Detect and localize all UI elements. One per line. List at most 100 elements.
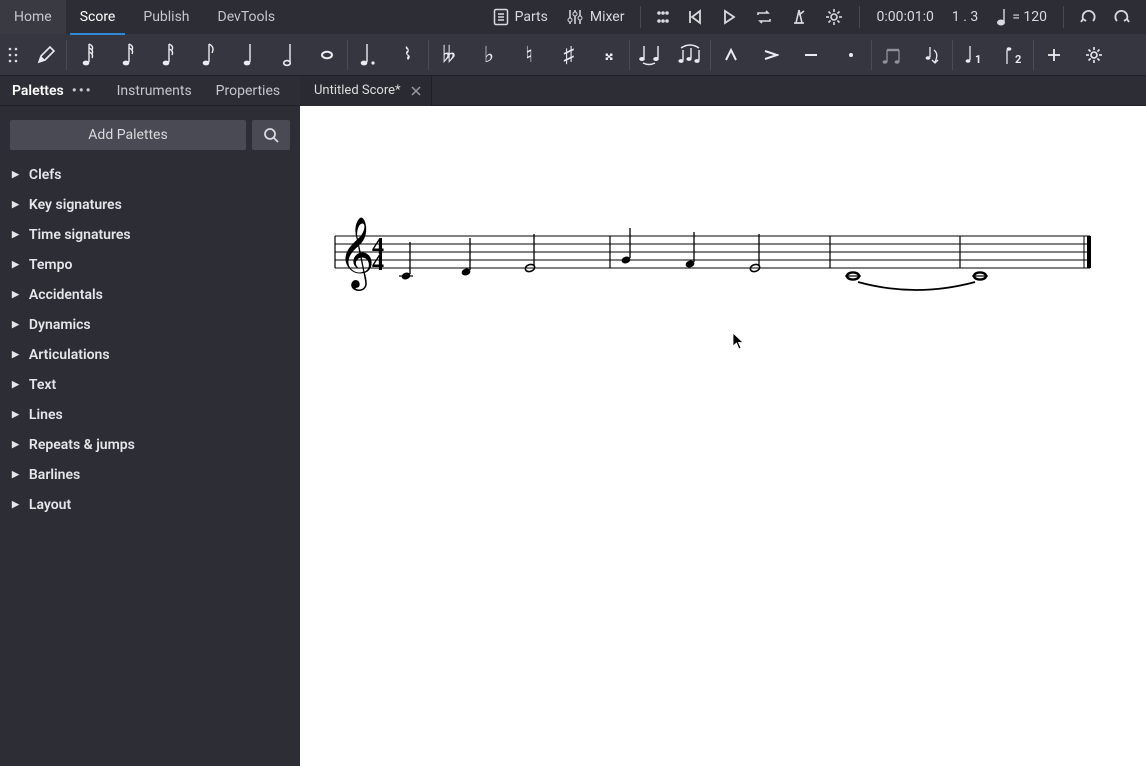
tenuto-button[interactable] (791, 34, 831, 76)
note-8th-button[interactable] (187, 34, 227, 76)
document-tabs: Untitled Score* (300, 76, 1146, 106)
palette-item-layout[interactable]: ▶ Layout (0, 490, 300, 520)
palette-item-dynamics[interactable]: ▶Dynamics (0, 310, 300, 340)
svg-text:𝄞: 𝄞 (338, 217, 375, 291)
parts-button[interactable]: Parts (485, 0, 556, 34)
flat-button[interactable]: ♭ (469, 34, 509, 76)
dot-button[interactable] (348, 34, 388, 76)
palette-item-text[interactable]: ▶Text (0, 370, 300, 400)
playback-settings-button[interactable] (817, 0, 851, 34)
accent-button[interactable] (751, 34, 791, 76)
tab-instruments[interactable]: Instruments (105, 76, 204, 106)
marcato-button[interactable] (711, 34, 751, 76)
tab-devtools[interactable]: DevTools (204, 0, 290, 34)
plus-icon (1046, 47, 1062, 63)
tab-palettes[interactable]: Palettes ••• (0, 76, 105, 106)
more-icon[interactable]: ••• (72, 83, 93, 99)
metronome-icon (791, 8, 807, 26)
play-button[interactable] (713, 0, 745, 34)
search-palettes-button[interactable] (252, 120, 290, 150)
document-tab[interactable]: Untitled Score* (300, 76, 432, 106)
undo-button[interactable] (1072, 0, 1104, 34)
dot-icon (359, 42, 377, 68)
double-sharp-icon: 𝄪 (605, 44, 613, 65)
note-quarter-button[interactable] (227, 34, 267, 76)
palette-label: Barlines (29, 467, 80, 483)
grip-icon (8, 47, 18, 63)
tab-instruments-label: Instruments (117, 83, 192, 99)
document-title: Untitled Score* (314, 83, 401, 98)
tuplet-button[interactable] (872, 34, 912, 76)
tab-publish[interactable]: Publish (129, 0, 203, 34)
palette-item-barlines[interactable]: ▶Barlines (0, 460, 300, 490)
main: Add Palettes ▶Clefs ▶ Key signatures ▶Tim… (0, 106, 1146, 766)
palette-item-lines[interactable]: ▶ Lines (0, 400, 300, 430)
natural-icon: ♮ (525, 42, 533, 68)
rest-button[interactable] (388, 34, 428, 76)
score-canvas[interactable]: 𝄞 4 4 (300, 106, 1146, 766)
note-32nd-button[interactable] (107, 34, 147, 76)
tab-score[interactable]: Score (66, 0, 130, 34)
palette-item-key-signatures[interactable]: ▶ Key signatures (0, 190, 300, 220)
triangle-icon: ▶ (12, 230, 19, 240)
drag-handle[interactable] (0, 34, 26, 76)
note-16th-button[interactable] (147, 34, 187, 76)
note-whole-button[interactable] (307, 34, 347, 76)
palette-label: Key signatures (29, 197, 122, 213)
tab-properties[interactable]: Properties (204, 76, 292, 106)
toolbar-settings-button[interactable] (1074, 34, 1114, 76)
triangle-icon: ▶ (12, 500, 19, 510)
loop-icon (755, 9, 773, 25)
rewind-button[interactable] (679, 0, 711, 34)
voice-1-button[interactable]: 1 (953, 34, 993, 76)
slur-icon (677, 44, 703, 66)
double-flat-button[interactable]: 𝄫 (429, 34, 469, 76)
note-64th-button[interactable] (67, 34, 107, 76)
palette-label: Accidentals (29, 287, 103, 303)
main-tabs: Home Score Publish DevTools (0, 0, 289, 34)
palette-item-articulations[interactable]: ▶Articulations (0, 340, 300, 370)
tempo-display[interactable]: = 120 (988, 0, 1055, 34)
natural-button[interactable]: ♮ (509, 34, 549, 76)
palette-list: ▶Clefs ▶Key signatures ▶Time signatures … (0, 160, 300, 766)
triangle-icon: ▶ (12, 410, 19, 420)
metronome-button[interactable] (783, 0, 815, 34)
palette-item-time-signatures[interactable]: ▶Time signatures (0, 220, 300, 250)
quarter-note-icon (996, 8, 1006, 26)
note-half-button[interactable] (267, 34, 307, 76)
svg-text:1: 1 (975, 53, 981, 66)
tab-home[interactable]: Home (0, 0, 66, 34)
palette-label: Lines (29, 407, 63, 423)
voice-2-icon: 2 (1002, 44, 1024, 66)
mixer-icon (566, 8, 584, 26)
sharp-button[interactable]: ♯ (549, 34, 589, 76)
tie-button[interactable] (630, 34, 670, 76)
redo-button[interactable] (1106, 0, 1138, 34)
palette-item-accidentals[interactable]: ▶Accidentals (0, 280, 300, 310)
flip-button[interactable] (912, 34, 952, 76)
double-sharp-button[interactable]: 𝄪 (589, 34, 629, 76)
rewind-icon (687, 9, 703, 25)
voice-2-button[interactable]: 2 (993, 34, 1033, 76)
note-input-mode-button[interactable] (26, 34, 66, 76)
triangle-icon: ▶ (12, 200, 19, 210)
staccato-icon (847, 51, 855, 59)
palette-item-clefs[interactable]: ▶Clefs (0, 160, 300, 190)
top-right-controls: Parts Mixer 0:00:01:0 1 . 3 = 120 (485, 0, 1146, 34)
triangle-icon: ▶ (12, 380, 19, 390)
add-button[interactable] (1034, 34, 1074, 76)
palette-label: Layout (29, 497, 71, 513)
triangle-icon: ▶ (12, 170, 19, 180)
slur-button[interactable] (670, 34, 710, 76)
palette-label: Tempo (29, 257, 72, 273)
palette-item-repeats[interactable]: ▶Repeats & jumps (0, 430, 300, 460)
loop-button[interactable] (747, 0, 781, 34)
add-palettes-button[interactable]: Add Palettes (10, 120, 246, 150)
svg-text:2: 2 (1015, 53, 1021, 66)
mixer-button[interactable]: Mixer (558, 0, 633, 34)
tab-properties-label: Properties (216, 83, 280, 99)
grip-icon-button[interactable] (649, 0, 677, 34)
close-icon[interactable] (409, 84, 423, 98)
staccato-button[interactable] (831, 34, 871, 76)
palette-item-tempo[interactable]: ▶Tempo (0, 250, 300, 280)
